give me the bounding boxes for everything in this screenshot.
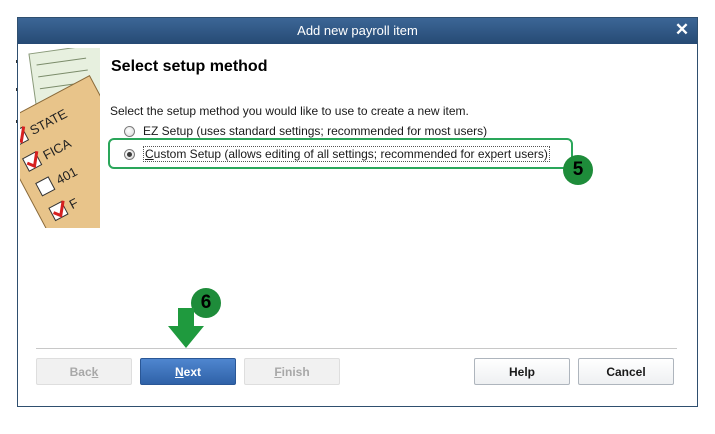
help-button[interactable]: Help (474, 358, 570, 385)
next-button[interactable]: Next (140, 358, 236, 385)
close-icon[interactable]: ✕ (673, 21, 691, 39)
cancel-button[interactable]: Cancel (578, 358, 674, 385)
finish-label-post: inish (281, 364, 310, 379)
back-mnemonic: k (91, 364, 99, 379)
window-title: Add new payroll item (297, 23, 418, 38)
next-label-post: ext (183, 364, 201, 379)
ez-setup-option[interactable]: EZ Setup (uses standard settings; recomm… (124, 124, 487, 138)
payroll-checklist-illustration: STATE FICA 401 F (20, 48, 100, 228)
custom-setup-highlight (108, 138, 573, 169)
ez-setup-label: EZ Setup (uses standard settings; recomm… (143, 124, 488, 138)
title-bar: Add new payroll item ✕ (18, 18, 697, 44)
payroll-item-dialog: Add new payroll item ✕ STATE FICA 401 F … (17, 17, 698, 407)
down-arrow-icon (168, 308, 204, 348)
next-mnemonic: N (174, 364, 184, 379)
finish-button[interactable]: Finish (244, 358, 340, 385)
footer-divider (36, 348, 677, 349)
ez-setup-radio[interactable] (124, 125, 135, 137)
back-label-pre: Bac (69, 364, 92, 379)
page-title: Select setup method (111, 58, 268, 75)
instruction-text: Select the setup method you would like t… (110, 104, 469, 118)
finish-mnemonic: F (274, 364, 282, 379)
back-button[interactable]: Bac k (36, 358, 132, 385)
step-5-badge: 5 (563, 155, 593, 185)
